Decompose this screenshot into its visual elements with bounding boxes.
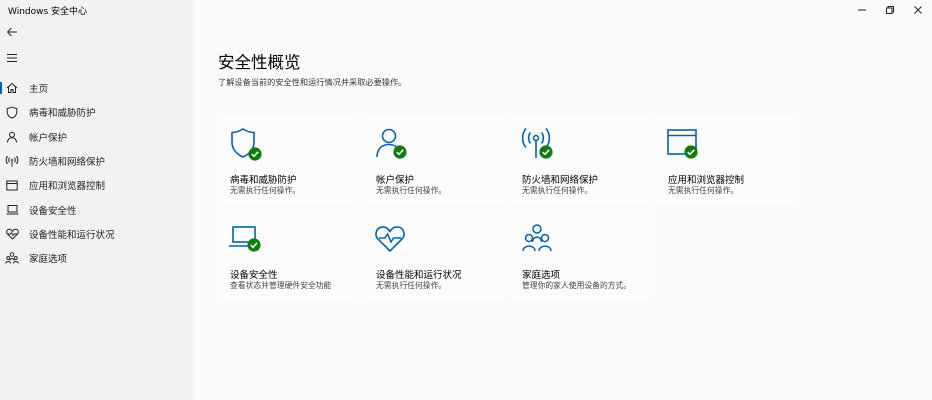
tile-status: 无需执行任何操作。 xyxy=(230,186,301,195)
sidebar-item-virus-protection[interactable]: 病毒和威胁防护 xyxy=(0,100,194,124)
browser-window-icon xyxy=(5,178,19,192)
sidebar-nav: 主页 病毒和威胁防护 帐户保护 防火墙和网络保护 应用和浏览器控制 设备安全性 … xyxy=(0,76,194,270)
tile-status: 无需执行任何操作。 xyxy=(376,281,447,290)
sidebar-item-home[interactable]: 主页 xyxy=(0,76,194,100)
page-subtitle: 了解设备当前的安全性和运行情况并采取必要操作。 xyxy=(218,77,407,87)
sidebar-item-device-performance[interactable]: 设备性能和运行状况 xyxy=(0,222,194,246)
hamburger-icon xyxy=(7,54,17,62)
check-badge-icon xyxy=(247,237,261,252)
heart-icon xyxy=(5,227,19,241)
sidebar-item-family-options[interactable]: 家庭选项 xyxy=(0,246,194,270)
close-icon xyxy=(914,6,922,14)
tile-status: 无需执行任何操作。 xyxy=(522,186,593,195)
home-icon xyxy=(5,81,19,95)
sidebar-item-label: 应用和浏览器控制 xyxy=(29,181,106,193)
restore-icon xyxy=(886,6,894,14)
check-badge-icon xyxy=(248,146,262,161)
shield-icon xyxy=(5,105,19,119)
antenna-icon xyxy=(5,154,19,168)
tile-title: 设备性能和运行状况 xyxy=(376,270,462,281)
maximize-button[interactable] xyxy=(876,0,904,20)
sidebar-item-label: 防火墙和网络保护 xyxy=(29,157,106,169)
sidebar-item-label: 设备性能和运行状况 xyxy=(29,229,115,241)
minimize-icon xyxy=(858,9,866,11)
check-badge-icon xyxy=(393,144,407,159)
family-icon xyxy=(520,221,556,257)
sidebar-item-label: 主页 xyxy=(29,84,49,96)
sidebar: 主页 病毒和威胁防护 帐户保护 防火墙和网络保护 应用和浏览器控制 设备安全性 … xyxy=(0,0,194,400)
heart-icon xyxy=(374,221,410,257)
back-arrow-icon xyxy=(6,27,17,37)
security-center-window: 主页 病毒和威胁防护 帐户保护 防火墙和网络保护 应用和浏览器控制 设备安全性 … xyxy=(0,0,932,400)
sidebar-item-device-security[interactable]: 设备安全性 xyxy=(0,197,194,221)
main-content: 安全性概览 了解设备当前的安全性和运行情况并采取必要操作。 病毒和威胁防护 无需… xyxy=(194,0,932,400)
tile-app-browser-control[interactable]: 应用和浏览器控制 无需执行任何操作。 xyxy=(656,116,796,204)
tile-device-performance[interactable]: 设备性能和运行状况 无需执行任何操作。 xyxy=(364,211,504,299)
tile-title: 家庭选项 xyxy=(522,270,561,281)
page-title: 安全性概览 xyxy=(218,53,301,72)
hamburger-menu-button[interactable] xyxy=(2,48,22,68)
tile-device-security[interactable]: 设备安全性 查看状态并管理硬件安全功能 xyxy=(218,211,358,299)
person-icon xyxy=(5,130,19,144)
tile-title: 设备安全性 xyxy=(230,270,278,281)
tile-family-options[interactable]: 家庭选项 管理你的家人使用设备的方式。 xyxy=(510,211,650,299)
close-button[interactable] xyxy=(904,0,932,20)
check-badge-icon xyxy=(684,144,698,159)
family-icon xyxy=(5,251,19,265)
tile-virus-protection[interactable]: 病毒和威胁防护 无需执行任何操作。 xyxy=(218,116,358,204)
sidebar-item-label: 帐户保护 xyxy=(29,132,68,144)
app-title: Windows 安全中心 xyxy=(8,7,88,17)
tile-status: 无需执行任何操作。 xyxy=(668,186,739,195)
title-bar: Windows 安全中心 xyxy=(0,0,932,20)
sidebar-item-label: 病毒和威胁防护 xyxy=(29,108,96,120)
tile-title: 帐户保护 xyxy=(376,175,415,186)
tile-title: 应用和浏览器控制 xyxy=(668,175,745,186)
check-badge-icon xyxy=(539,144,553,159)
tile-account-protection[interactable]: 帐户保护 无需执行任何操作。 xyxy=(364,116,504,204)
tile-title: 防火墙和网络保护 xyxy=(522,175,599,186)
tile-status: 无需执行任何操作。 xyxy=(376,186,447,195)
tile-firewall[interactable]: 防火墙和网络保护 无需执行任何操作。 xyxy=(510,116,650,204)
back-button[interactable] xyxy=(2,22,22,42)
tile-status: 查看状态并管理硬件安全功能 xyxy=(230,281,332,290)
sidebar-item-label: 设备安全性 xyxy=(29,205,77,217)
sidebar-item-label: 家庭选项 xyxy=(29,254,68,266)
sidebar-item-firewall[interactable]: 防火墙和网络保护 xyxy=(0,149,194,173)
tile-status: 管理你的家人使用设备的方式。 xyxy=(522,281,632,290)
sidebar-item-account-protection[interactable]: 帐户保护 xyxy=(0,125,194,149)
tile-title: 病毒和威胁防护 xyxy=(230,175,297,186)
minimize-button[interactable] xyxy=(848,0,876,20)
laptop-icon xyxy=(5,203,19,217)
sidebar-item-app-browser-control[interactable]: 应用和浏览器控制 xyxy=(0,173,194,197)
